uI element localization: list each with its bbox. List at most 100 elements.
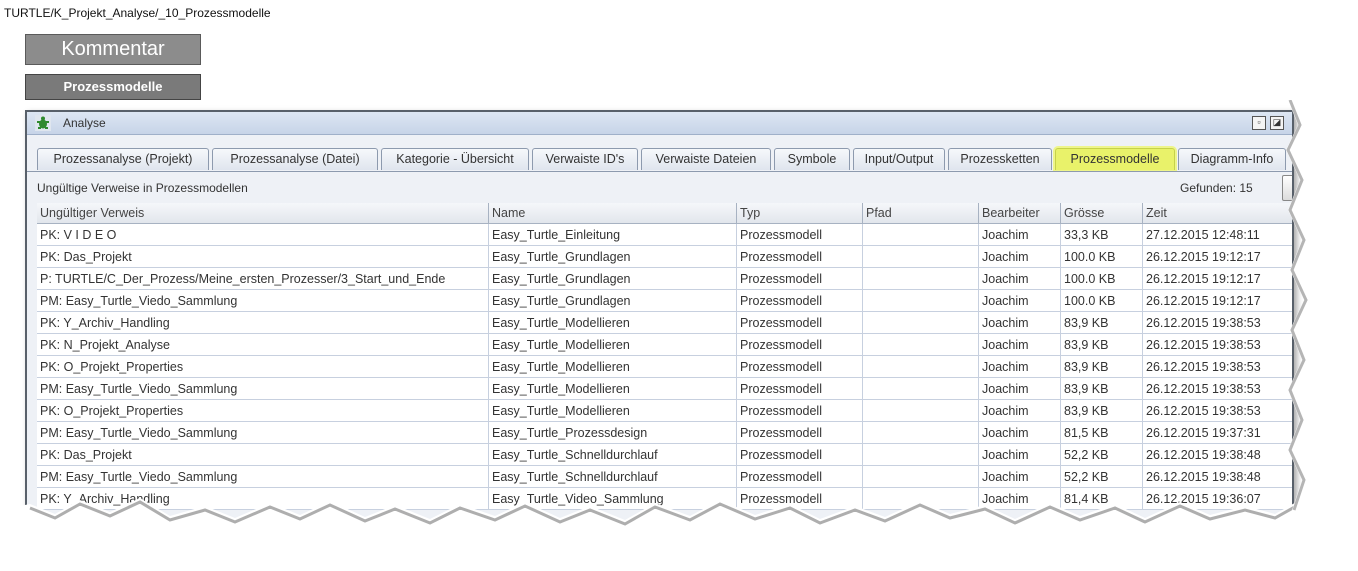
- cell-zeit: 26.12.2015 19:38:53: [1143, 312, 1292, 334]
- torn-edge-decoration: [0, 498, 1358, 571]
- cell-verweis: PM: Easy_Turtle_Viedo_Sammlung: [37, 422, 489, 444]
- table-row[interactable]: PM: Easy_Turtle_Viedo_Sammlung Easy_Turtl…: [37, 290, 1292, 312]
- tab-diagramm-info[interactable]: Diagramm-Info: [1178, 148, 1286, 170]
- cell-name: Easy_Turtle_Modellieren: [489, 312, 737, 334]
- cell-zeit: 26.12.2015 19:38:53: [1143, 356, 1292, 378]
- cell-typ: Prozessmodell: [737, 312, 863, 334]
- tab-prozessketten[interactable]: Prozessketten: [948, 148, 1052, 170]
- cell-pfad: [863, 356, 979, 378]
- cell-typ: Prozessmodell: [737, 224, 863, 246]
- table-row[interactable]: PK: Das_Projekt Easy_Turtle_Schnelldurchl…: [37, 444, 1292, 466]
- cell-groesse: 100.0 KB: [1061, 290, 1143, 312]
- cell-groesse: 52,2 KB: [1061, 444, 1143, 466]
- cell-typ: Prozessmodell: [737, 422, 863, 444]
- cell-pfad: [863, 246, 979, 268]
- cell-typ: Prozessmodell: [737, 356, 863, 378]
- cell-bearbeiter: Joachim: [979, 246, 1061, 268]
- kommentar-button[interactable]: Kommentar: [25, 34, 201, 65]
- cell-verweis: PK: V I D E O: [37, 224, 489, 246]
- cell-pfad: [863, 378, 979, 400]
- column-header-zeit[interactable]: Zeit: [1143, 203, 1292, 224]
- cell-name: Easy_Turtle_Modellieren: [489, 334, 737, 356]
- cell-name: Easy_Turtle_Modellieren: [489, 378, 737, 400]
- cell-typ: Prozessmodell: [737, 290, 863, 312]
- cell-verweis: PK: Das_Projekt: [37, 444, 489, 466]
- prozessmodelle-button[interactable]: Prozessmodelle: [25, 74, 201, 100]
- cell-name: Easy_Turtle_Modellieren: [489, 356, 737, 378]
- cell-groesse: 83,9 KB: [1061, 312, 1143, 334]
- tab-symbole[interactable]: Symbole: [774, 148, 850, 170]
- table-row[interactable]: PK: O_Projekt_Properties Easy_Turtle_Mode…: [37, 356, 1292, 378]
- cell-groesse: 33,3 KB: [1061, 224, 1143, 246]
- cell-verweis: PM: Easy_Turtle_Viedo_Sammlung: [37, 378, 489, 400]
- cell-zeit: 26.12.2015 19:12:17: [1143, 268, 1292, 290]
- column-header-pfad[interactable]: Pfad: [863, 203, 979, 224]
- restore-icon[interactable]: ▫: [1252, 116, 1266, 130]
- table-row[interactable]: PK: V I D E O Easy_Turtle_Einleitung Proze…: [37, 224, 1292, 246]
- table-row[interactable]: PK: Y_Archiv_Handling Easy_Turtle_Modelli…: [37, 312, 1292, 334]
- section-heading: Ungültige Verweise in Prozessmodellen: [37, 181, 248, 195]
- cell-verweis: PK: O_Projekt_Properties: [37, 356, 489, 378]
- cell-typ: Prozessmodell: [737, 400, 863, 422]
- cell-bearbeiter: Joachim: [979, 224, 1061, 246]
- cell-name: Easy_Turtle_Grundlagen: [489, 246, 737, 268]
- tab-verwaiste-dateien[interactable]: Verwaiste Dateien: [641, 148, 771, 170]
- cell-verweis: PM: Easy_Turtle_Viedo_Sammlung: [37, 290, 489, 312]
- cell-pfad: [863, 290, 979, 312]
- cell-zeit: 27.12.2015 12:48:11: [1143, 224, 1292, 246]
- cell-bearbeiter: Joachim: [979, 422, 1061, 444]
- cell-zeit: 26.12.2015 19:12:17: [1143, 246, 1292, 268]
- cell-pfad: [863, 422, 979, 444]
- cell-bearbeiter: Joachim: [979, 356, 1061, 378]
- cell-bearbeiter: Joachim: [979, 378, 1061, 400]
- cell-name: Easy_Turtle_Einleitung: [489, 224, 737, 246]
- column-header-verweis[interactable]: Ungültiger Verweis: [37, 203, 489, 224]
- cell-bearbeiter: Joachim: [979, 268, 1061, 290]
- tab-prozessanalyse-datei[interactable]: Prozessanalyse (Datei): [212, 148, 378, 170]
- column-header-name[interactable]: Name: [489, 203, 737, 224]
- cell-pfad: [863, 312, 979, 334]
- tab-prozessanalyse-projekt[interactable]: Prozessanalyse (Projekt): [37, 148, 209, 170]
- found-count: Gefunden: 15: [1180, 181, 1253, 195]
- cell-name: Easy_Turtle_Modellieren: [489, 400, 737, 422]
- cell-zeit: 26.12.2015 19:12:17: [1143, 290, 1292, 312]
- cell-zeit: 26.12.2015 19:38:53: [1143, 400, 1292, 422]
- torn-edge-right-decoration: [1286, 100, 1358, 530]
- cell-zeit: 26.12.2015 19:37:31: [1143, 422, 1292, 444]
- cell-name: Easy_Turtle_Grundlagen: [489, 290, 737, 312]
- table-row[interactable]: PK: N_Projekt_Analyse Easy_Turtle_Modelli…: [37, 334, 1292, 356]
- cell-zeit: 26.12.2015 19:38:53: [1143, 378, 1292, 400]
- cell-zeit: 26.12.2015 19:38:48: [1143, 444, 1292, 466]
- cell-typ: Prozessmodell: [737, 268, 863, 290]
- tab-prozessmodelle[interactable]: Prozessmodelle: [1055, 148, 1175, 170]
- cell-verweis: PK: N_Projekt_Analyse: [37, 334, 489, 356]
- tab-input-output[interactable]: Input/Output: [853, 148, 945, 170]
- cell-bearbeiter: Joachim: [979, 290, 1061, 312]
- table-row[interactable]: PM: Easy_Turtle_Viedo_Sammlung Easy_Turtl…: [37, 378, 1292, 400]
- cell-verweis: PK: Y_Archiv_Handling: [37, 312, 489, 334]
- cell-name: Easy_Turtle_Grundlagen: [489, 268, 737, 290]
- tab-divider: [27, 171, 1292, 172]
- cell-pfad: [863, 268, 979, 290]
- cell-bearbeiter: Joachim: [979, 312, 1061, 334]
- cell-bearbeiter: Joachim: [979, 400, 1061, 422]
- table-row[interactable]: PM: Easy_Turtle_Viedo_Sammlung Easy_Turtl…: [37, 422, 1292, 444]
- table-row[interactable]: PK: O_Projekt_Properties Easy_Turtle_Mode…: [37, 400, 1292, 422]
- table-row[interactable]: P: TURTLE/C_Der_Prozess/Meine_ersten_Pro…: [37, 268, 1292, 290]
- breadcrumb: TURTLE/K_Projekt_Analyse/_10_Prozessmode…: [4, 6, 271, 20]
- table-row[interactable]: PK: Das_Projekt Easy_Turtle_Grundlagen Pro…: [37, 246, 1292, 268]
- column-header-typ[interactable]: Typ: [737, 203, 863, 224]
- cell-bearbeiter: Joachim: [979, 334, 1061, 356]
- tab-kategorie-uebersicht[interactable]: Kategorie - Übersicht: [381, 148, 529, 170]
- analyse-window: Analyse ▫ ◪ Prozessanalyse (Projekt) Pro…: [25, 110, 1294, 520]
- cell-typ: Prozessmodell: [737, 334, 863, 356]
- column-header-bearbeiter[interactable]: Bearbeiter: [979, 203, 1061, 224]
- cell-typ: Prozessmodell: [737, 444, 863, 466]
- cell-typ: Prozessmodell: [737, 378, 863, 400]
- cell-verweis: PK: O_Projekt_Properties: [37, 400, 489, 422]
- tab-verwaiste-ids[interactable]: Verwaiste ID's: [532, 148, 638, 170]
- cell-groesse: 100.0 KB: [1061, 246, 1143, 268]
- cell-typ: Prozessmodell: [737, 246, 863, 268]
- column-header-groesse[interactable]: Grösse: [1061, 203, 1143, 224]
- window-title: Analyse: [63, 116, 106, 130]
